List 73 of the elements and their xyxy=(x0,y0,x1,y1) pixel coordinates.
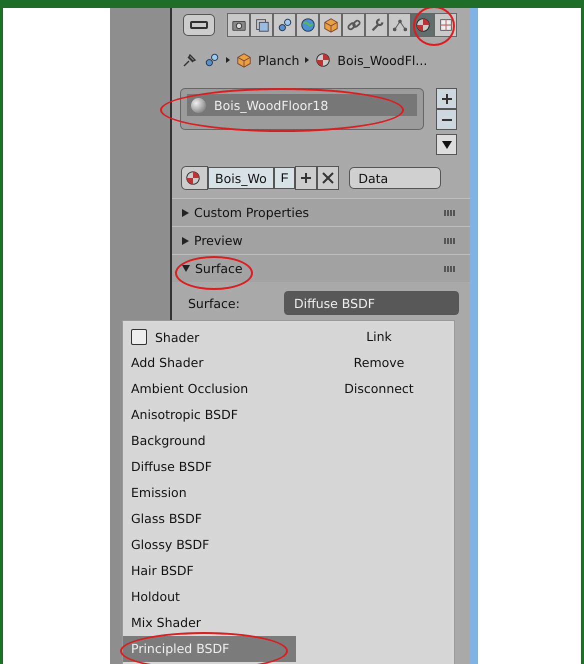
render-tab[interactable] xyxy=(227,13,250,37)
plus-icon xyxy=(440,92,452,104)
menu-item[interactable]: Anisotropic BSDF xyxy=(123,402,296,428)
object-icon xyxy=(322,17,338,33)
material-icon xyxy=(185,170,201,186)
surface-label: Surface: xyxy=(188,296,241,310)
view-switch-button[interactable] xyxy=(183,14,215,36)
close-icon xyxy=(322,172,334,184)
unlink-button[interactable] xyxy=(317,166,340,190)
panel-title: Surface xyxy=(195,261,244,276)
scene-tab[interactable] xyxy=(273,13,296,37)
menu-item[interactable]: Remove xyxy=(304,350,454,376)
constraints-tab[interactable] xyxy=(342,13,365,37)
material-name-field[interactable]: Bois_Wo xyxy=(208,167,274,189)
panel-title: Custom Properties xyxy=(194,205,310,220)
menu-item[interactable]: Principled BSDF xyxy=(123,636,296,662)
drag-handle-icon[interactable] xyxy=(444,210,456,216)
texture-tab[interactable] xyxy=(434,13,457,37)
scene-icon xyxy=(276,17,292,33)
world-icon xyxy=(300,17,316,33)
material-icon xyxy=(414,17,430,33)
remove-slot-button[interactable] xyxy=(436,109,457,130)
menu-item[interactable]: Holdout xyxy=(123,584,296,610)
texture-icon xyxy=(438,17,454,33)
material-slot[interactable]: Bois_WoodFloor18 xyxy=(187,94,417,116)
surface-dropdown[interactable]: Diffuse BSDF xyxy=(284,291,459,315)
new-material-button[interactable] xyxy=(295,166,318,190)
drag-handle-icon[interactable] xyxy=(444,238,456,244)
menu-header: Shader xyxy=(155,330,200,344)
plus-icon xyxy=(300,172,312,184)
add-slot-button[interactable] xyxy=(436,88,457,109)
object-icon xyxy=(236,52,252,68)
menu-item[interactable]: Hair BSDF xyxy=(123,558,296,584)
pin-icon xyxy=(182,52,198,68)
drag-handle-icon[interactable] xyxy=(444,266,456,272)
panel-header[interactable]: Preview xyxy=(172,226,470,254)
sphere-icon xyxy=(191,98,206,112)
layers-icon xyxy=(254,17,270,33)
modifiers-tab[interactable] xyxy=(365,13,388,37)
panel-header[interactable]: Surface xyxy=(172,254,470,282)
scene-icon xyxy=(204,52,220,68)
menu-item[interactable]: Disconnect xyxy=(304,376,454,402)
slot-menu-button[interactable] xyxy=(436,134,457,155)
material-tab[interactable] xyxy=(411,13,434,37)
breadcrumb-object: Planch xyxy=(258,52,300,68)
data-icon xyxy=(392,17,408,33)
link-dropdown[interactable]: Data xyxy=(349,167,442,189)
object-tab[interactable] xyxy=(319,13,342,37)
breadcrumb-material: Bois_WoodFl... xyxy=(337,52,428,68)
annotation-ellipse xyxy=(413,8,455,46)
menu-item[interactable]: Background xyxy=(123,428,296,454)
material-icon xyxy=(315,52,332,68)
data-tab[interactable] xyxy=(388,13,411,37)
menu-item[interactable]: Emission xyxy=(123,480,296,506)
menu-item[interactable]: Mix Shader xyxy=(123,610,296,636)
menu-item[interactable]: Glass BSDF xyxy=(123,506,296,532)
arrow-icon xyxy=(226,57,230,63)
menu-item[interactable]: Glossy BSDF xyxy=(123,532,296,558)
menu-item[interactable]: Link xyxy=(304,324,454,350)
menu-item[interactable]: Ambient Occlusion xyxy=(123,376,296,402)
menu-item[interactable]: Diffuse BSDF xyxy=(123,454,296,480)
panel-title: Preview xyxy=(194,233,244,248)
arrow-icon xyxy=(305,57,310,63)
world-tab[interactable] xyxy=(296,13,319,37)
panel-header[interactable]: Custom Properties xyxy=(172,198,470,226)
constraints-icon xyxy=(346,17,362,33)
slot-label: Bois_WoodFloor18 xyxy=(214,98,328,112)
menu-item[interactable]: Add Shader xyxy=(123,350,296,376)
down-triangle-icon xyxy=(442,140,452,148)
shader-icon xyxy=(131,329,147,345)
fake-user-button[interactable]: F xyxy=(274,167,296,189)
layers-tab[interactable] xyxy=(250,13,273,37)
material-browse-button[interactable] xyxy=(181,166,208,190)
